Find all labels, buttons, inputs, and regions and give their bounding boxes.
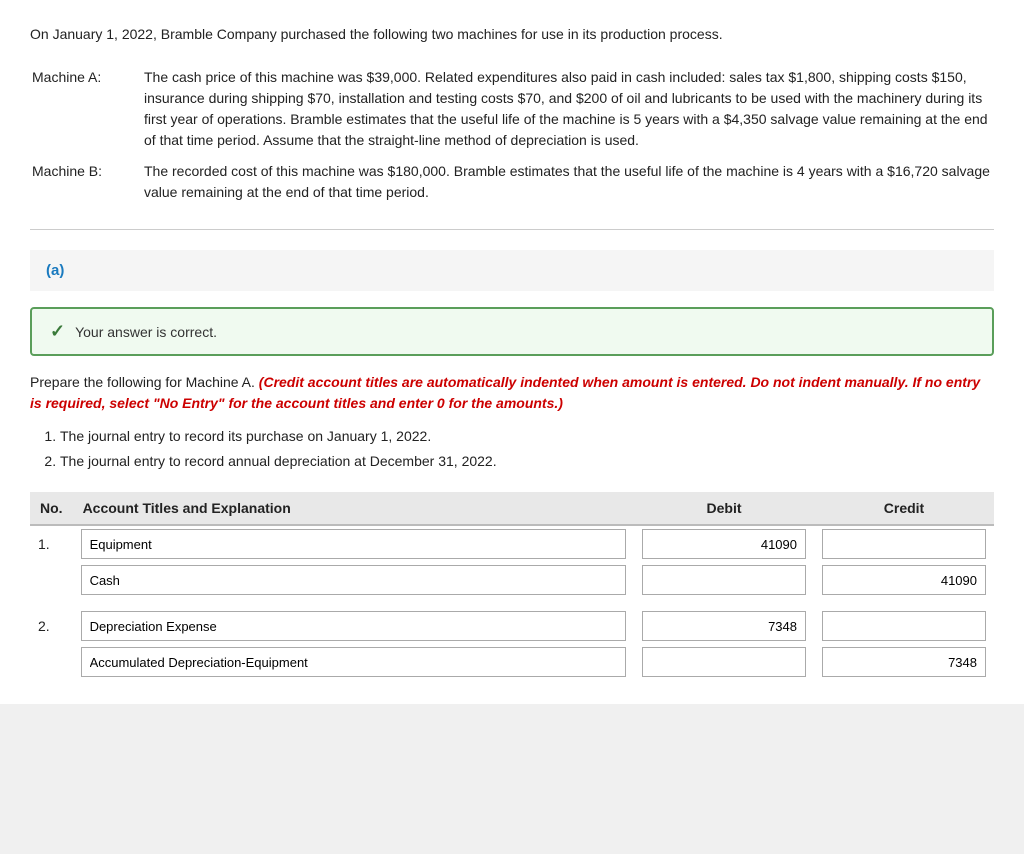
account-input-2-2[interactable] bbox=[81, 647, 626, 677]
credit-input-1-1[interactable] bbox=[822, 529, 986, 559]
machine-a-label: Machine A: bbox=[32, 63, 142, 155]
journal-table: No. Account Titles and Explanation Debit… bbox=[30, 492, 994, 680]
entry-2-account-1[interactable] bbox=[73, 608, 634, 644]
divider-1 bbox=[30, 229, 994, 230]
machine-descriptions: Machine A: The cash price of this machin… bbox=[30, 61, 994, 209]
header-debit: Debit bbox=[634, 492, 814, 525]
machine-b-label: Machine B: bbox=[32, 157, 142, 207]
account-input-1-2[interactable] bbox=[81, 565, 626, 595]
spacer-row bbox=[30, 598, 994, 608]
entry-2-account-2[interactable] bbox=[73, 644, 634, 680]
header-no: No. bbox=[30, 492, 73, 525]
correct-box: ✓ Your answer is correct. bbox=[30, 307, 994, 356]
entry-2-no-blank bbox=[30, 644, 73, 680]
entry-1-credit-1[interactable] bbox=[814, 525, 994, 562]
entry-1-account-1[interactable] bbox=[73, 525, 634, 562]
debit-input-2-1[interactable] bbox=[642, 611, 806, 641]
table-header-row: No. Account Titles and Explanation Debit… bbox=[30, 492, 994, 525]
entry-2-line-1: 2. bbox=[30, 608, 994, 644]
credit-input-2-1[interactable] bbox=[822, 611, 986, 641]
header-credit: Credit bbox=[814, 492, 994, 525]
account-input-1-1[interactable] bbox=[81, 529, 626, 559]
credit-input-1-2[interactable] bbox=[822, 565, 986, 595]
machine-b-desc: The recorded cost of this machine was $1… bbox=[144, 157, 992, 207]
entry-1-line-1: 1. bbox=[30, 525, 994, 562]
intro-text: On January 1, 2022, Bramble Company purc… bbox=[30, 24, 994, 45]
entry-2-credit-1[interactable] bbox=[814, 608, 994, 644]
machine-a-desc: The cash price of this machine was $39,0… bbox=[144, 63, 992, 155]
list-item-2: The journal entry to record annual depre… bbox=[60, 451, 994, 472]
debit-input-1-2[interactable] bbox=[642, 565, 806, 595]
entry-1-no: 1. bbox=[30, 525, 73, 562]
page-container: On January 1, 2022, Bramble Company purc… bbox=[0, 0, 1024, 704]
entry-1-no-blank bbox=[30, 562, 73, 598]
debit-input-2-2[interactable] bbox=[642, 647, 806, 677]
header-account: Account Titles and Explanation bbox=[73, 492, 634, 525]
entry-1-credit-2[interactable] bbox=[814, 562, 994, 598]
entry-1-account-2[interactable] bbox=[73, 562, 634, 598]
credit-input-2-2[interactable] bbox=[822, 647, 986, 677]
entry-2-line-2 bbox=[30, 644, 994, 680]
machine-a-row: Machine A: The cash price of this machin… bbox=[32, 63, 992, 155]
entry-1-debit-1[interactable] bbox=[634, 525, 814, 562]
instructions: Prepare the following for Machine A. (Cr… bbox=[30, 372, 994, 414]
entry-2-no: 2. bbox=[30, 608, 73, 644]
checkmark-icon: ✓ bbox=[50, 321, 65, 342]
entry-2-debit-1[interactable] bbox=[634, 608, 814, 644]
machine-b-row: Machine B: The recorded cost of this mac… bbox=[32, 157, 992, 207]
task-list: The journal entry to record its purchase… bbox=[60, 426, 994, 472]
section-a-label: (a) bbox=[46, 262, 64, 279]
entry-1-line-2 bbox=[30, 562, 994, 598]
entry-2-debit-2[interactable] bbox=[634, 644, 814, 680]
section-a-header: (a) bbox=[30, 250, 994, 291]
account-input-2-1[interactable] bbox=[81, 611, 626, 641]
list-item-1: The journal entry to record its purchase… bbox=[60, 426, 994, 447]
debit-input-1-1[interactable] bbox=[642, 529, 806, 559]
entry-1-debit-2[interactable] bbox=[634, 562, 814, 598]
entry-2-credit-2[interactable] bbox=[814, 644, 994, 680]
correct-text: Your answer is correct. bbox=[75, 324, 217, 340]
instructions-static: Prepare the following for Machine A. bbox=[30, 374, 255, 390]
